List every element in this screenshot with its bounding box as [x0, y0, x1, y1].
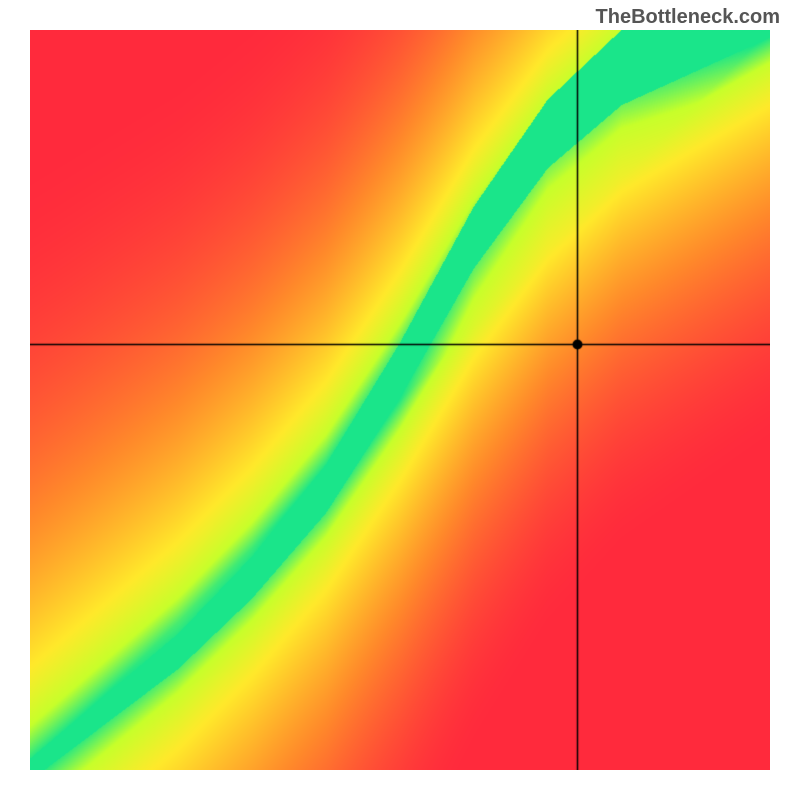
- chart-container: TheBottleneck.com: [0, 0, 800, 800]
- heatmap-canvas: [30, 30, 770, 770]
- plot-area: [30, 30, 770, 770]
- watermark-text: TheBottleneck.com: [596, 6, 780, 29]
